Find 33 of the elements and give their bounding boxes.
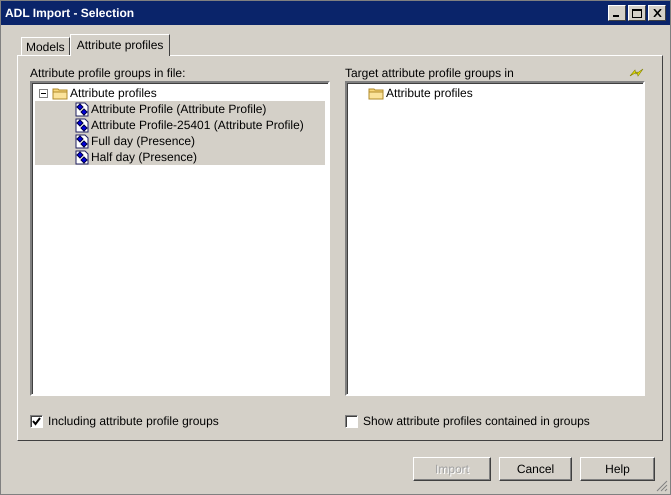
lightning-icon bbox=[629, 68, 645, 77]
tree-item[interactable]: Attribute Profile (Attribute Profile) bbox=[35, 101, 325, 117]
maximize-icon bbox=[632, 8, 642, 18]
checkbox-label[interactable]: Show attribute profiles contained in groups bbox=[363, 414, 590, 428]
profile-icon bbox=[75, 118, 89, 132]
panel-label: Target attribute profile groups in bbox=[345, 66, 514, 80]
profile-icon bbox=[75, 102, 89, 116]
minimize-button[interactable] bbox=[608, 5, 626, 21]
folder-icon bbox=[368, 86, 384, 100]
target-tree[interactable]: Attribute profiles bbox=[345, 81, 645, 396]
close-button[interactable] bbox=[648, 5, 666, 21]
tree-item[interactable]: Attribute profiles bbox=[35, 85, 325, 101]
checkbox[interactable] bbox=[345, 414, 358, 428]
dialog-button[interactable]: Cancel bbox=[499, 457, 572, 481]
collapse-icon[interactable] bbox=[39, 88, 48, 98]
folder-icon bbox=[52, 86, 68, 100]
profile-icon bbox=[75, 150, 89, 164]
checkbox[interactable] bbox=[30, 414, 43, 428]
close-icon bbox=[652, 9, 662, 17]
tab[interactable]: Models bbox=[21, 37, 70, 55]
tree-item[interactable]: Attribute profiles bbox=[350, 85, 640, 101]
tree-item[interactable]: Full day (Presence) bbox=[35, 133, 325, 149]
maximize-button[interactable] bbox=[628, 5, 646, 21]
window-title: ADL Import - Selection bbox=[5, 6, 134, 20]
tab[interactable]: Attribute profiles bbox=[70, 34, 170, 56]
profile-icon bbox=[75, 134, 89, 148]
checkbox-label[interactable]: Including attribute profile groups bbox=[48, 414, 219, 428]
tree-item[interactable]: Attribute Profile-25401 (Attribute Profile) bbox=[35, 117, 325, 133]
dialog-button[interactable]: Help bbox=[580, 457, 655, 481]
resize-grip-icon[interactable] bbox=[656, 480, 668, 492]
panel-label: Attribute profile groups in file: bbox=[30, 66, 186, 80]
source-tree[interactable]: Attribute profiles Attribute Profile (Attribute Profile) Attribute Profile-25401 (Attribute Profile) Full day (Presence) Half day (Presence) bbox=[30, 81, 330, 396]
tree-item[interactable]: Half day (Presence) bbox=[35, 149, 325, 165]
